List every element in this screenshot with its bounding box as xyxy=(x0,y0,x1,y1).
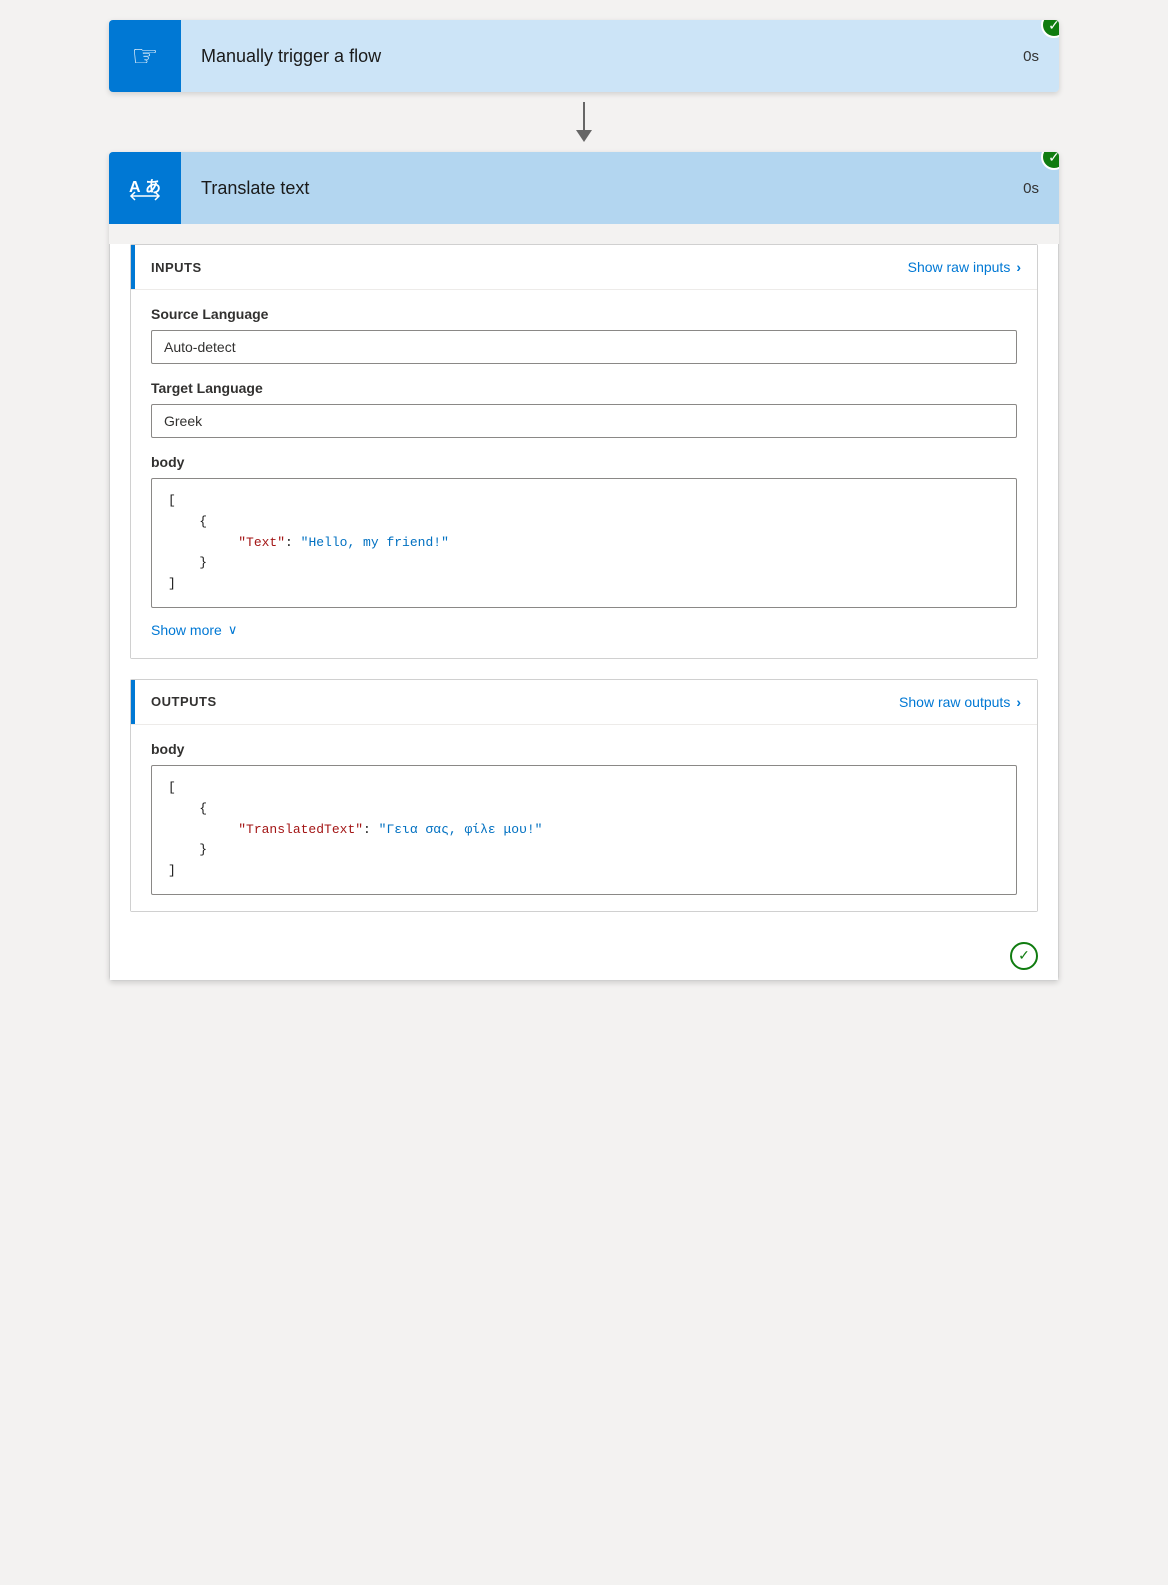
show-raw-inputs-label: Show raw inputs xyxy=(908,259,1011,275)
trigger-icon-box: ☞ xyxy=(109,20,181,92)
body-output-label: body xyxy=(151,741,1017,757)
show-more-button[interactable]: Show more ∨ xyxy=(151,622,237,638)
target-language-value: Greek xyxy=(151,404,1017,438)
svg-text:あ: あ xyxy=(145,178,161,196)
show-raw-outputs-label: Show raw outputs xyxy=(899,694,1010,710)
translate-icon-box: A あ xyxy=(109,152,181,224)
code-bracket-open: [ xyxy=(168,493,176,508)
inputs-panel: INPUTS Show raw inputs › Source Language… xyxy=(130,244,1038,659)
outputs-title: OUTPUTS xyxy=(151,694,217,709)
target-language-label: Target Language xyxy=(151,380,1017,396)
trigger-step-card: ☞ Manually trigger a flow 0s ✓ xyxy=(109,20,1059,92)
show-raw-inputs-button[interactable]: Show raw inputs › xyxy=(908,259,1021,275)
arrow-head xyxy=(576,130,592,142)
translate-step-time: 0s xyxy=(1003,180,1059,197)
translate-step-header: A あ Translate text 0s xyxy=(109,152,1059,224)
show-raw-outputs-chevron-icon: › xyxy=(1016,694,1021,710)
inputs-section-header: INPUTS Show raw inputs › xyxy=(131,245,1037,289)
code-colon: : xyxy=(285,535,301,550)
out-code-brace-open: { xyxy=(168,801,207,816)
translate-step-card: A あ Translate text 0s ✓ INPUTS Show ra xyxy=(109,152,1059,981)
body-input-label: body xyxy=(151,454,1017,470)
svg-text:A: A xyxy=(129,179,141,196)
show-raw-inputs-chevron-icon: › xyxy=(1016,259,1021,275)
out-code-translated-key: "TranslatedText" xyxy=(230,822,363,837)
arrow-connector xyxy=(576,92,592,152)
outputs-panel: OUTPUTS Show raw outputs › body [ { "Tra… xyxy=(130,679,1038,912)
flow-container: ☞ Manually trigger a flow 0s ✓ A あ xyxy=(109,20,1059,1565)
code-brace-open: { xyxy=(168,514,207,529)
trigger-step-time: 0s xyxy=(1003,48,1059,65)
code-brace-close: } xyxy=(168,555,207,570)
out-code-colon: : xyxy=(363,822,379,837)
source-language-label: Source Language xyxy=(151,306,1017,322)
out-code-bracket-close: ] xyxy=(168,863,176,878)
show-more-chevron-icon: ∨ xyxy=(228,622,238,638)
bottom-checkmark-area: ✓ xyxy=(110,932,1058,980)
bottom-circle-check-icon: ✓ xyxy=(1010,942,1038,970)
code-text-key: "Text" xyxy=(230,535,285,550)
translate-icon: A あ xyxy=(127,170,163,206)
out-code-brace-close: } xyxy=(168,842,207,857)
body-input-code: [ { "Text": "Hello, my friend!" } ] xyxy=(151,478,1017,608)
translate-step-title: Translate text xyxy=(181,178,1003,199)
body-output-code: [ { "TranslatedText": "Γεια σας, φίλε μο… xyxy=(151,765,1017,895)
show-raw-outputs-button[interactable]: Show raw outputs › xyxy=(899,694,1021,710)
inputs-section-content: Source Language Auto-detect Target Langu… xyxy=(131,289,1037,658)
translate-card-body: INPUTS Show raw inputs › Source Language… xyxy=(109,244,1059,981)
outputs-section-content: body [ { "TranslatedText": "Γεια σας, φί… xyxy=(131,724,1037,911)
arrow-line xyxy=(583,102,585,130)
out-code-indent xyxy=(168,822,230,837)
source-language-value: Auto-detect xyxy=(151,330,1017,364)
inputs-title: INPUTS xyxy=(151,260,202,275)
out-code-translated-value: "Γεια σας, φίλε μου!" xyxy=(379,822,543,837)
show-more-label: Show more xyxy=(151,622,222,638)
code-bracket-close: ] xyxy=(168,576,176,591)
out-code-bracket-open: [ xyxy=(168,780,176,795)
outputs-section-header: OUTPUTS Show raw outputs › xyxy=(131,680,1037,724)
code-text-value: "Hello, my friend!" xyxy=(301,535,449,550)
trigger-step-header: ☞ Manually trigger a flow 0s xyxy=(109,20,1059,92)
code-indent xyxy=(168,535,230,550)
hand-pointer-icon: ☞ xyxy=(132,39,159,74)
trigger-step-title: Manually trigger a flow xyxy=(181,46,1003,67)
